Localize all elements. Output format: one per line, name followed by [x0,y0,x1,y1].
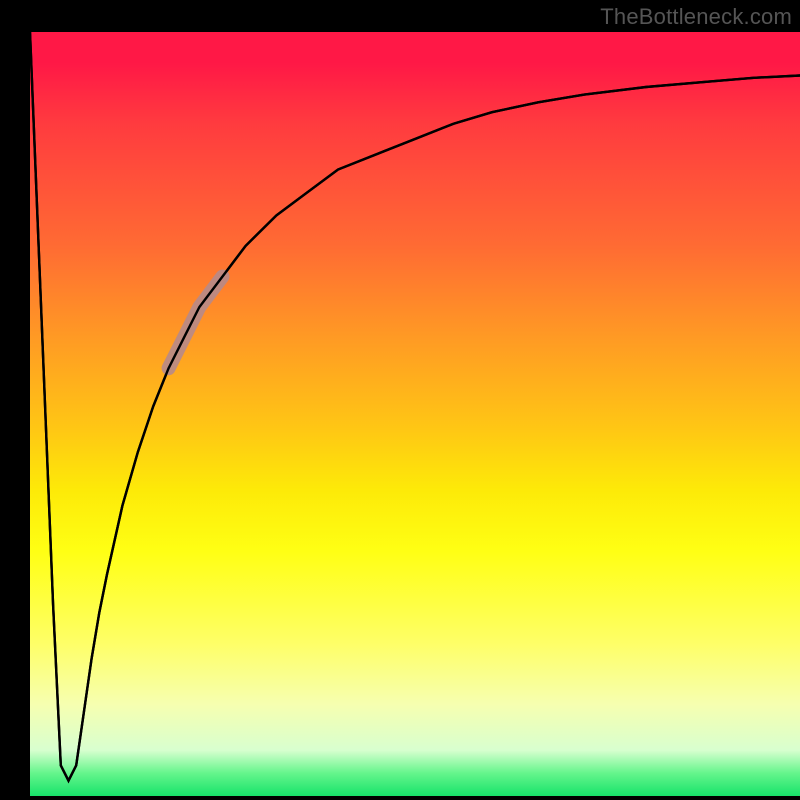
plot-area [30,32,800,796]
main-curve [30,32,800,781]
curve-svg [30,32,800,796]
main-curve-overlay [30,32,800,781]
watermark-text: TheBottleneck.com [600,4,792,30]
chart-frame: TheBottleneck.com [0,0,800,800]
